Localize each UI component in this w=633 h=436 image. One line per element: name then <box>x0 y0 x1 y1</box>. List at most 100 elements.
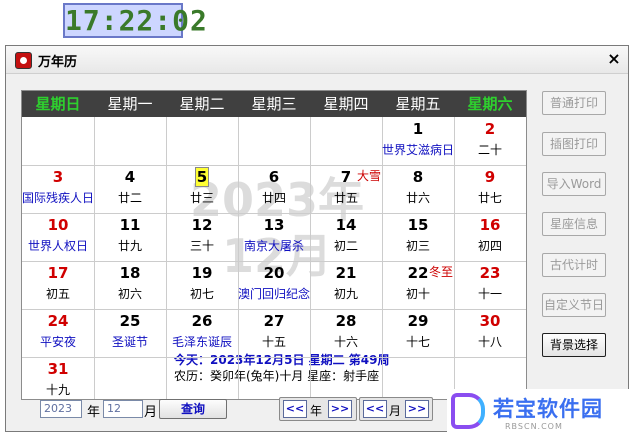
month-nav: << 月 >> <box>359 397 433 421</box>
window-title: 万年历 <box>38 55 78 70</box>
lunar-date: 初七 <box>189 287 214 301</box>
day-number-text: 17 <box>47 264 69 282</box>
side-button-6[interactable]: 背景选择 <box>542 333 606 357</box>
next-month-button[interactable]: >> <box>405 400 429 418</box>
day-number: 11 <box>94 215 166 235</box>
day-cell[interactable]: 16 初四 <box>454 213 526 261</box>
lunar-date: 廿三 <box>189 191 214 205</box>
weekday-2: 星期二 <box>179 95 225 113</box>
day-cell[interactable]: 24 平安夜 <box>22 309 94 357</box>
lunar-date: 十一 <box>477 287 502 301</box>
day-number-text: 27 <box>263 312 285 330</box>
day-cell[interactable]: 17 初五 <box>22 261 94 309</box>
lunar-date: 十七 <box>405 335 430 349</box>
day-number-text: 11 <box>119 216 141 234</box>
day-number-text: 21 <box>335 264 357 282</box>
day-cell[interactable]: 6 廿四 <box>238 165 310 213</box>
lunar-date: 初四 <box>477 239 502 253</box>
side-button-2[interactable]: 导入Word <box>542 172 606 196</box>
festival-label: 平安夜 <box>39 335 76 349</box>
day-number: 2 <box>454 119 526 139</box>
lunar-date: 初九 <box>333 287 358 301</box>
day-cell[interactable]: 5 廿三 <box>166 165 238 213</box>
day-number: 13 <box>238 215 310 235</box>
day-cell[interactable]: 18 初六 <box>94 261 166 309</box>
day-number-text: 20 <box>263 264 285 282</box>
lunar-date: 三十 <box>189 239 214 253</box>
lunar-date: 廿五 <box>333 191 358 205</box>
day-cell[interactable]: 31 十九 <box>22 357 94 399</box>
day-number: 8 <box>382 167 454 187</box>
day-cell[interactable]: 13 南京大屠杀 <box>238 213 310 261</box>
day-cell[interactable]: 29 十七 <box>382 309 454 357</box>
day-number: 25 <box>94 311 166 331</box>
day-cell[interactable]: 22 初十 冬至 <box>382 261 454 309</box>
lunar-date: 廿七 <box>477 191 502 205</box>
day-cell[interactable]: 30 十八 <box>454 309 526 357</box>
day-number-text: 12 <box>191 216 213 234</box>
lunar-date: 初五 <box>45 287 70 301</box>
festival-label: 南京大屠杀 <box>243 239 304 253</box>
day-cell[interactable]: 20 澳门回归纪念 <box>238 261 310 309</box>
day-number-text: 6 <box>268 168 280 186</box>
day-number: 18 <box>94 263 166 283</box>
day-number: 23 <box>454 263 526 283</box>
side-button-0[interactable]: 普通打印 <box>542 91 606 115</box>
day-cell[interactable]: 7 廿五 大雪 <box>310 165 382 213</box>
day-cell[interactable]: 27 十五 <box>238 309 310 357</box>
app-icon <box>15 52 32 69</box>
side-button-5[interactable]: 自定义节日 <box>542 293 606 317</box>
side-button-3[interactable]: 星座信息 <box>542 212 606 236</box>
digital-clock: 17:22:02 <box>63 3 208 38</box>
day-cell[interactable]: 15 初三 <box>382 213 454 261</box>
day-number: 27 <box>238 311 310 331</box>
day-cell[interactable]: 26 毛泽东诞辰 <box>166 309 238 357</box>
lunar-date: 廿六 <box>405 191 430 205</box>
day-number: 28 <box>310 311 382 331</box>
prev-year-button[interactable]: << <box>283 400 307 418</box>
day-number-text: 14 <box>335 216 357 234</box>
day-number-text: 25 <box>119 312 141 330</box>
weekday-header: 星期日 星期一 星期二 星期三 星期四 星期五 星期六 <box>22 91 526 117</box>
site-logo: 若宝软件园 RBSCN.COM <box>447 389 633 436</box>
day-cell[interactable]: 2 二十 <box>454 117 526 165</box>
day-cell[interactable]: 25 圣诞节 <box>94 309 166 357</box>
day-cell[interactable]: 8 廿六 <box>382 165 454 213</box>
day-cell[interactable]: 3 国际残疾人日 <box>22 165 94 213</box>
day-cell[interactable]: 23 十一 <box>454 261 526 309</box>
day-number: 26 <box>166 311 238 331</box>
day-number-text: 23 <box>479 264 501 282</box>
day-cell[interactable]: 1 世界艾滋病日 <box>382 117 454 165</box>
month-label: 月 <box>144 405 158 420</box>
day-cell[interactable]: 14 初二 <box>310 213 382 261</box>
side-button-4[interactable]: 古代计时 <box>542 253 606 277</box>
weekday-1: 星期一 <box>107 95 153 113</box>
logo-text: 若宝软件园 <box>493 397 603 421</box>
solar-term: 大雪 <box>356 169 381 183</box>
day-number: 15 <box>382 215 454 235</box>
lunar-date: 廿四 <box>261 191 286 205</box>
day-cell[interactable]: 10 世界人权日 <box>22 213 94 261</box>
prev-month-button[interactable]: << <box>363 400 387 418</box>
day-cell[interactable]: 12 三十 <box>166 213 238 261</box>
day-cell[interactable]: 28 十六 <box>310 309 382 357</box>
query-button[interactable]: 查询 <box>159 399 227 419</box>
day-number-text: 3 <box>52 168 64 186</box>
weekday-5: 星期五 <box>395 95 441 113</box>
next-year-button[interactable]: >> <box>328 400 352 418</box>
year-input[interactable]: 2023 <box>40 400 82 418</box>
day-number: 24 <box>22 311 94 331</box>
month-input[interactable]: 12 <box>103 400 143 418</box>
day-number-text: 26 <box>191 312 213 330</box>
lunar-date: 十五 <box>261 335 286 349</box>
day-cell[interactable]: 11 廿九 <box>94 213 166 261</box>
day-cell[interactable]: 9 廿七 <box>454 165 526 213</box>
close-icon[interactable]: × <box>604 49 624 69</box>
side-button-1[interactable]: 插图打印 <box>542 132 606 156</box>
day-cell[interactable]: 4 廿二 <box>94 165 166 213</box>
weekday-4: 星期四 <box>323 95 369 113</box>
calendar-grid: 星期日 星期一 星期二 星期三 星期四 星期五 星期六 2023年 12月 今天：2023年… <box>21 90 527 400</box>
day-cell[interactable]: 21 初九 <box>310 261 382 309</box>
day-number-text: 16 <box>479 216 501 234</box>
day-cell[interactable]: 19 初七 <box>166 261 238 309</box>
